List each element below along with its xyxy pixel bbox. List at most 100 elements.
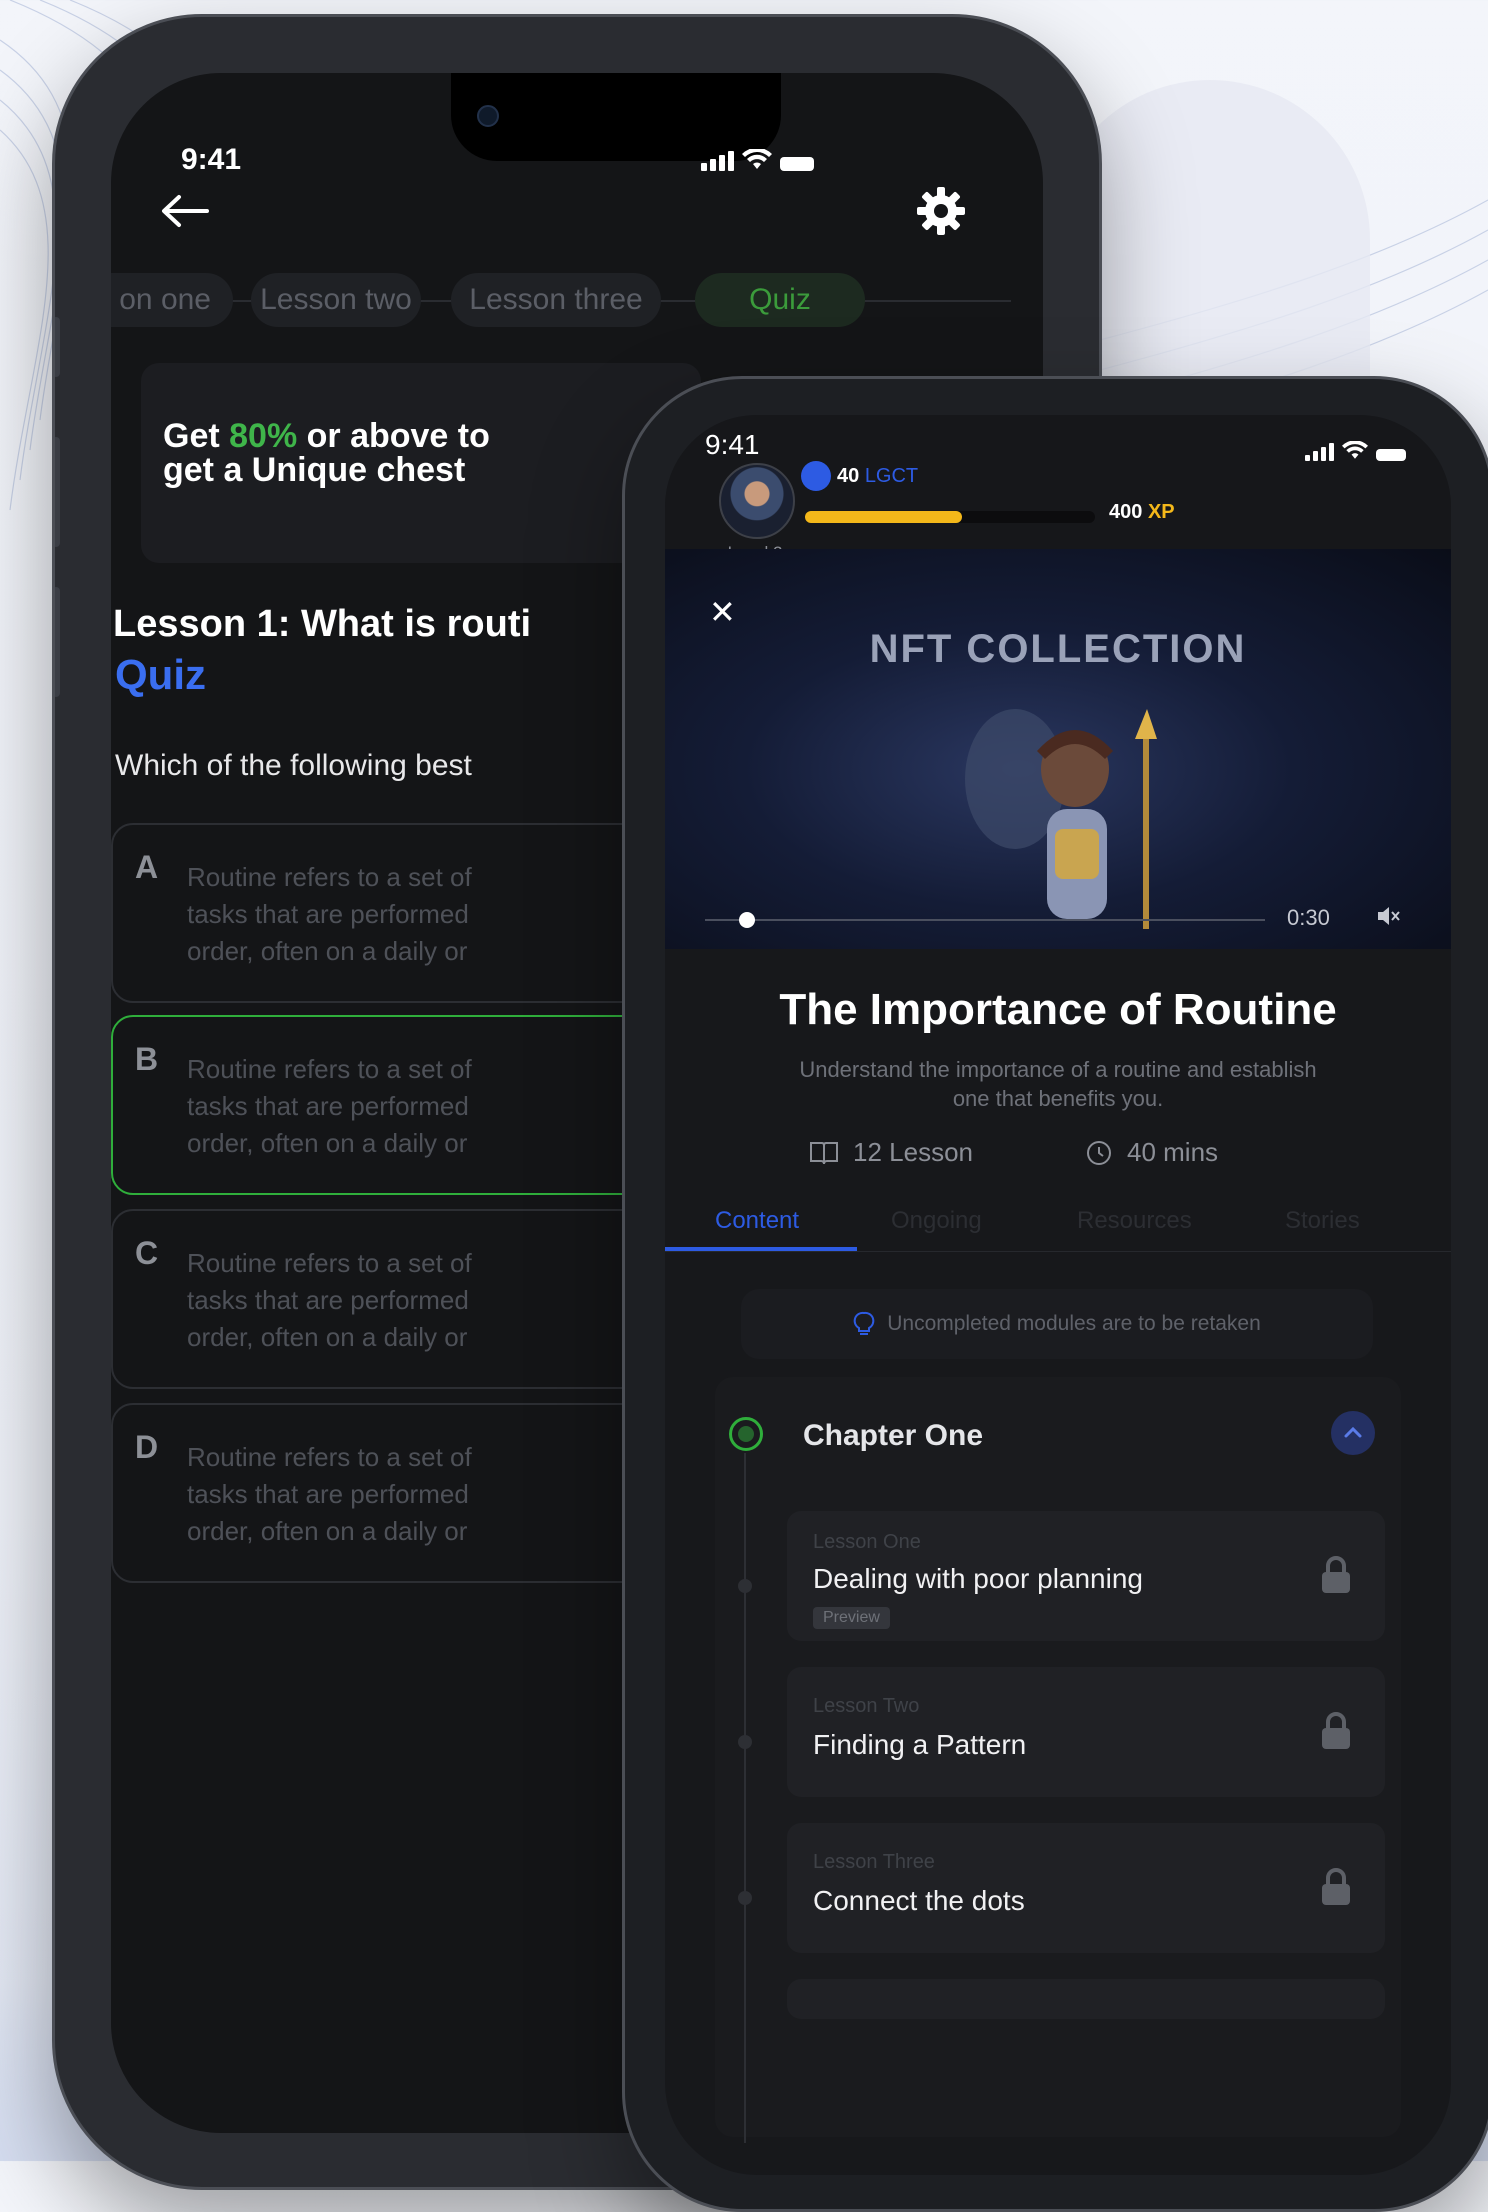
avatar[interactable] — [719, 463, 795, 539]
option-letter: B — [135, 1041, 159, 1077]
timeline-node — [738, 1735, 752, 1749]
tab-resources[interactable]: Resources — [1077, 1207, 1192, 1235]
tab-lesson-two[interactable]: Lesson two — [251, 273, 421, 327]
lesson-title: Lesson 1: What is routi — [113, 603, 532, 645]
option-a[interactable]: A Routine refers to a set of tasks that a… — [111, 823, 675, 1003]
timeline — [744, 1453, 746, 2143]
question-text: Which of the following best — [115, 749, 472, 782]
signal-icon — [1305, 443, 1334, 461]
mute-icon[interactable] — [1375, 903, 1401, 929]
option-letter: C — [135, 1235, 159, 1271]
nft-character-image — [965, 709, 1157, 929]
lesson-item[interactable] — [787, 1979, 1385, 2019]
option-text: Routine refers to a set of tasks that are… — [187, 1442, 472, 1546]
collapse-button[interactable] — [1331, 1411, 1375, 1455]
tab-stories[interactable]: Stories — [1285, 1207, 1360, 1235]
lock-icon — [1322, 1712, 1350, 1749]
lesson-tabs: on one Lesson two Lesson three Quiz — [111, 273, 1043, 329]
reward-line1: or above to — [297, 417, 490, 455]
notice-text: Uncompleted modules are to be retaken — [887, 1312, 1261, 1335]
option-text: Routine refers to a set of tasks that are… — [187, 1248, 472, 1352]
timeline-node — [738, 1891, 752, 1905]
tab-content[interactable]: Content — [715, 1207, 799, 1235]
option-text: Routine refers to a set of tasks that are… — [187, 862, 472, 966]
notch — [451, 73, 781, 161]
option-c[interactable]: C Routine refers to a set of tasks that a… — [111, 1209, 675, 1389]
settings-button[interactable] — [915, 185, 967, 242]
coin-balance: 40 LGCT — [837, 465, 919, 487]
coin-icon — [801, 461, 831, 491]
lesson-count: 12 Lesson — [809, 1137, 973, 1168]
lock-icon — [1322, 1868, 1350, 1905]
chapter-card: Chapter One Lesson One Dealing with poor… — [715, 1377, 1401, 2143]
reward-line2: get a Unique chest — [163, 451, 466, 489]
back-button[interactable] — [159, 193, 209, 234]
lesson-title: Finding a Pattern — [813, 1729, 1027, 1760]
battery-icon — [1376, 449, 1406, 461]
gear-icon — [917, 187, 965, 235]
chevron-up-icon — [1344, 1426, 1362, 1438]
battery-icon — [780, 157, 814, 171]
lesson-number: Lesson Two — [813, 1695, 920, 1717]
lesson-item[interactable]: Lesson Three Connect the dots — [787, 1823, 1385, 1953]
phone-course: 9:41 Level 2 40 LGCT 400 XP ✕ NFT COLLEC… — [622, 376, 1488, 2212]
wifi-icon — [742, 149, 772, 169]
lesson-title: Connect the dots — [813, 1885, 1025, 1916]
preview-badge[interactable]: Preview — [813, 1607, 890, 1629]
option-b[interactable]: B Routine refers to a set of tasks that a… — [111, 1015, 675, 1195]
option-letter: A — [135, 849, 159, 885]
duration: 40 mins — [1085, 1137, 1218, 1168]
wifi-icon — [1342, 441, 1368, 459]
profile-header: 9:41 Level 2 40 LGCT 400 XP — [665, 415, 1451, 562]
quiz-label: Quiz — [115, 651, 206, 698]
tab-indicator — [665, 1247, 857, 1251]
retake-notice: Uncompleted modules are to be retaken — [741, 1289, 1373, 1359]
tab-lesson-one[interactable]: on one — [111, 273, 233, 327]
xp-progress-bar — [805, 511, 1095, 523]
tab-ongoing[interactable]: Ongoing — [891, 1207, 982, 1235]
lesson-item[interactable]: Lesson One Dealing with poor planning Pr… — [787, 1511, 1385, 1641]
volume-up-button — [55, 437, 60, 547]
lesson-number: Lesson Three — [813, 1851, 935, 1873]
reward-prefix: Get — [163, 417, 230, 455]
video-time: 0:30 — [1287, 905, 1330, 930]
tab-quiz[interactable]: Quiz — [695, 273, 865, 327]
status-time: 9:41 — [705, 429, 760, 460]
lock-icon — [1322, 1556, 1350, 1593]
arrow-left-icon — [162, 195, 209, 227]
timeline-node — [738, 1579, 752, 1593]
clock-icon — [1087, 1140, 1111, 1165]
status-icons — [1305, 441, 1406, 461]
chapter-status-icon — [729, 1417, 763, 1451]
status-icons — [701, 149, 814, 171]
lesson-number: Lesson One — [813, 1531, 921, 1553]
status-time: 9:41 — [181, 143, 242, 176]
reward-threshold: 80% — [229, 417, 298, 455]
reward-banner: Get 80% or above to get a Unique chest — [141, 363, 701, 563]
xp-balance: 400 XP — [1109, 501, 1175, 523]
lesson-item[interactable]: Lesson Two Finding a Pattern — [787, 1667, 1385, 1797]
option-text: Routine refers to a set of tasks that are… — [187, 1054, 472, 1158]
signal-icon — [701, 151, 734, 171]
video-title: NFT COLLECTION — [869, 627, 1247, 671]
course-tabs: Content Ongoing Resources Stories — [665, 1199, 1451, 1252]
video-progress-bar[interactable] — [705, 912, 1265, 928]
tab-lesson-three[interactable]: Lesson three — [451, 273, 661, 327]
lightbulb-icon — [853, 1311, 875, 1335]
course-screen: 9:41 Level 2 40 LGCT 400 XP ✕ NFT COLLEC… — [665, 415, 1451, 2175]
option-letter: D — [135, 1429, 159, 1465]
chapter-title: Chapter One — [803, 1419, 984, 1452]
volume-down-button — [55, 587, 60, 697]
option-d[interactable]: D Routine refers to a set of tasks that a… — [111, 1403, 675, 1583]
video-scrubber[interactable] — [738, 912, 755, 928]
course-title: The Importance of Routine — [779, 985, 1337, 1034]
reward-text: Get 80% or above to get a Unique chest — [163, 419, 490, 487]
lesson-title: Dealing with poor planning — [813, 1563, 1143, 1594]
xp-progress-fill — [805, 511, 962, 523]
course-description: Understand the importance of a routine a… — [799, 1057, 1317, 1111]
close-icon[interactable]: ✕ — [709, 593, 736, 631]
camera — [477, 105, 499, 127]
lesson-count-text: 12 Lesson — [853, 1137, 973, 1167]
book-icon — [810, 1141, 838, 1164]
video-player[interactable]: ✕ NFT COLLECTION 0:30 — [665, 549, 1451, 949]
